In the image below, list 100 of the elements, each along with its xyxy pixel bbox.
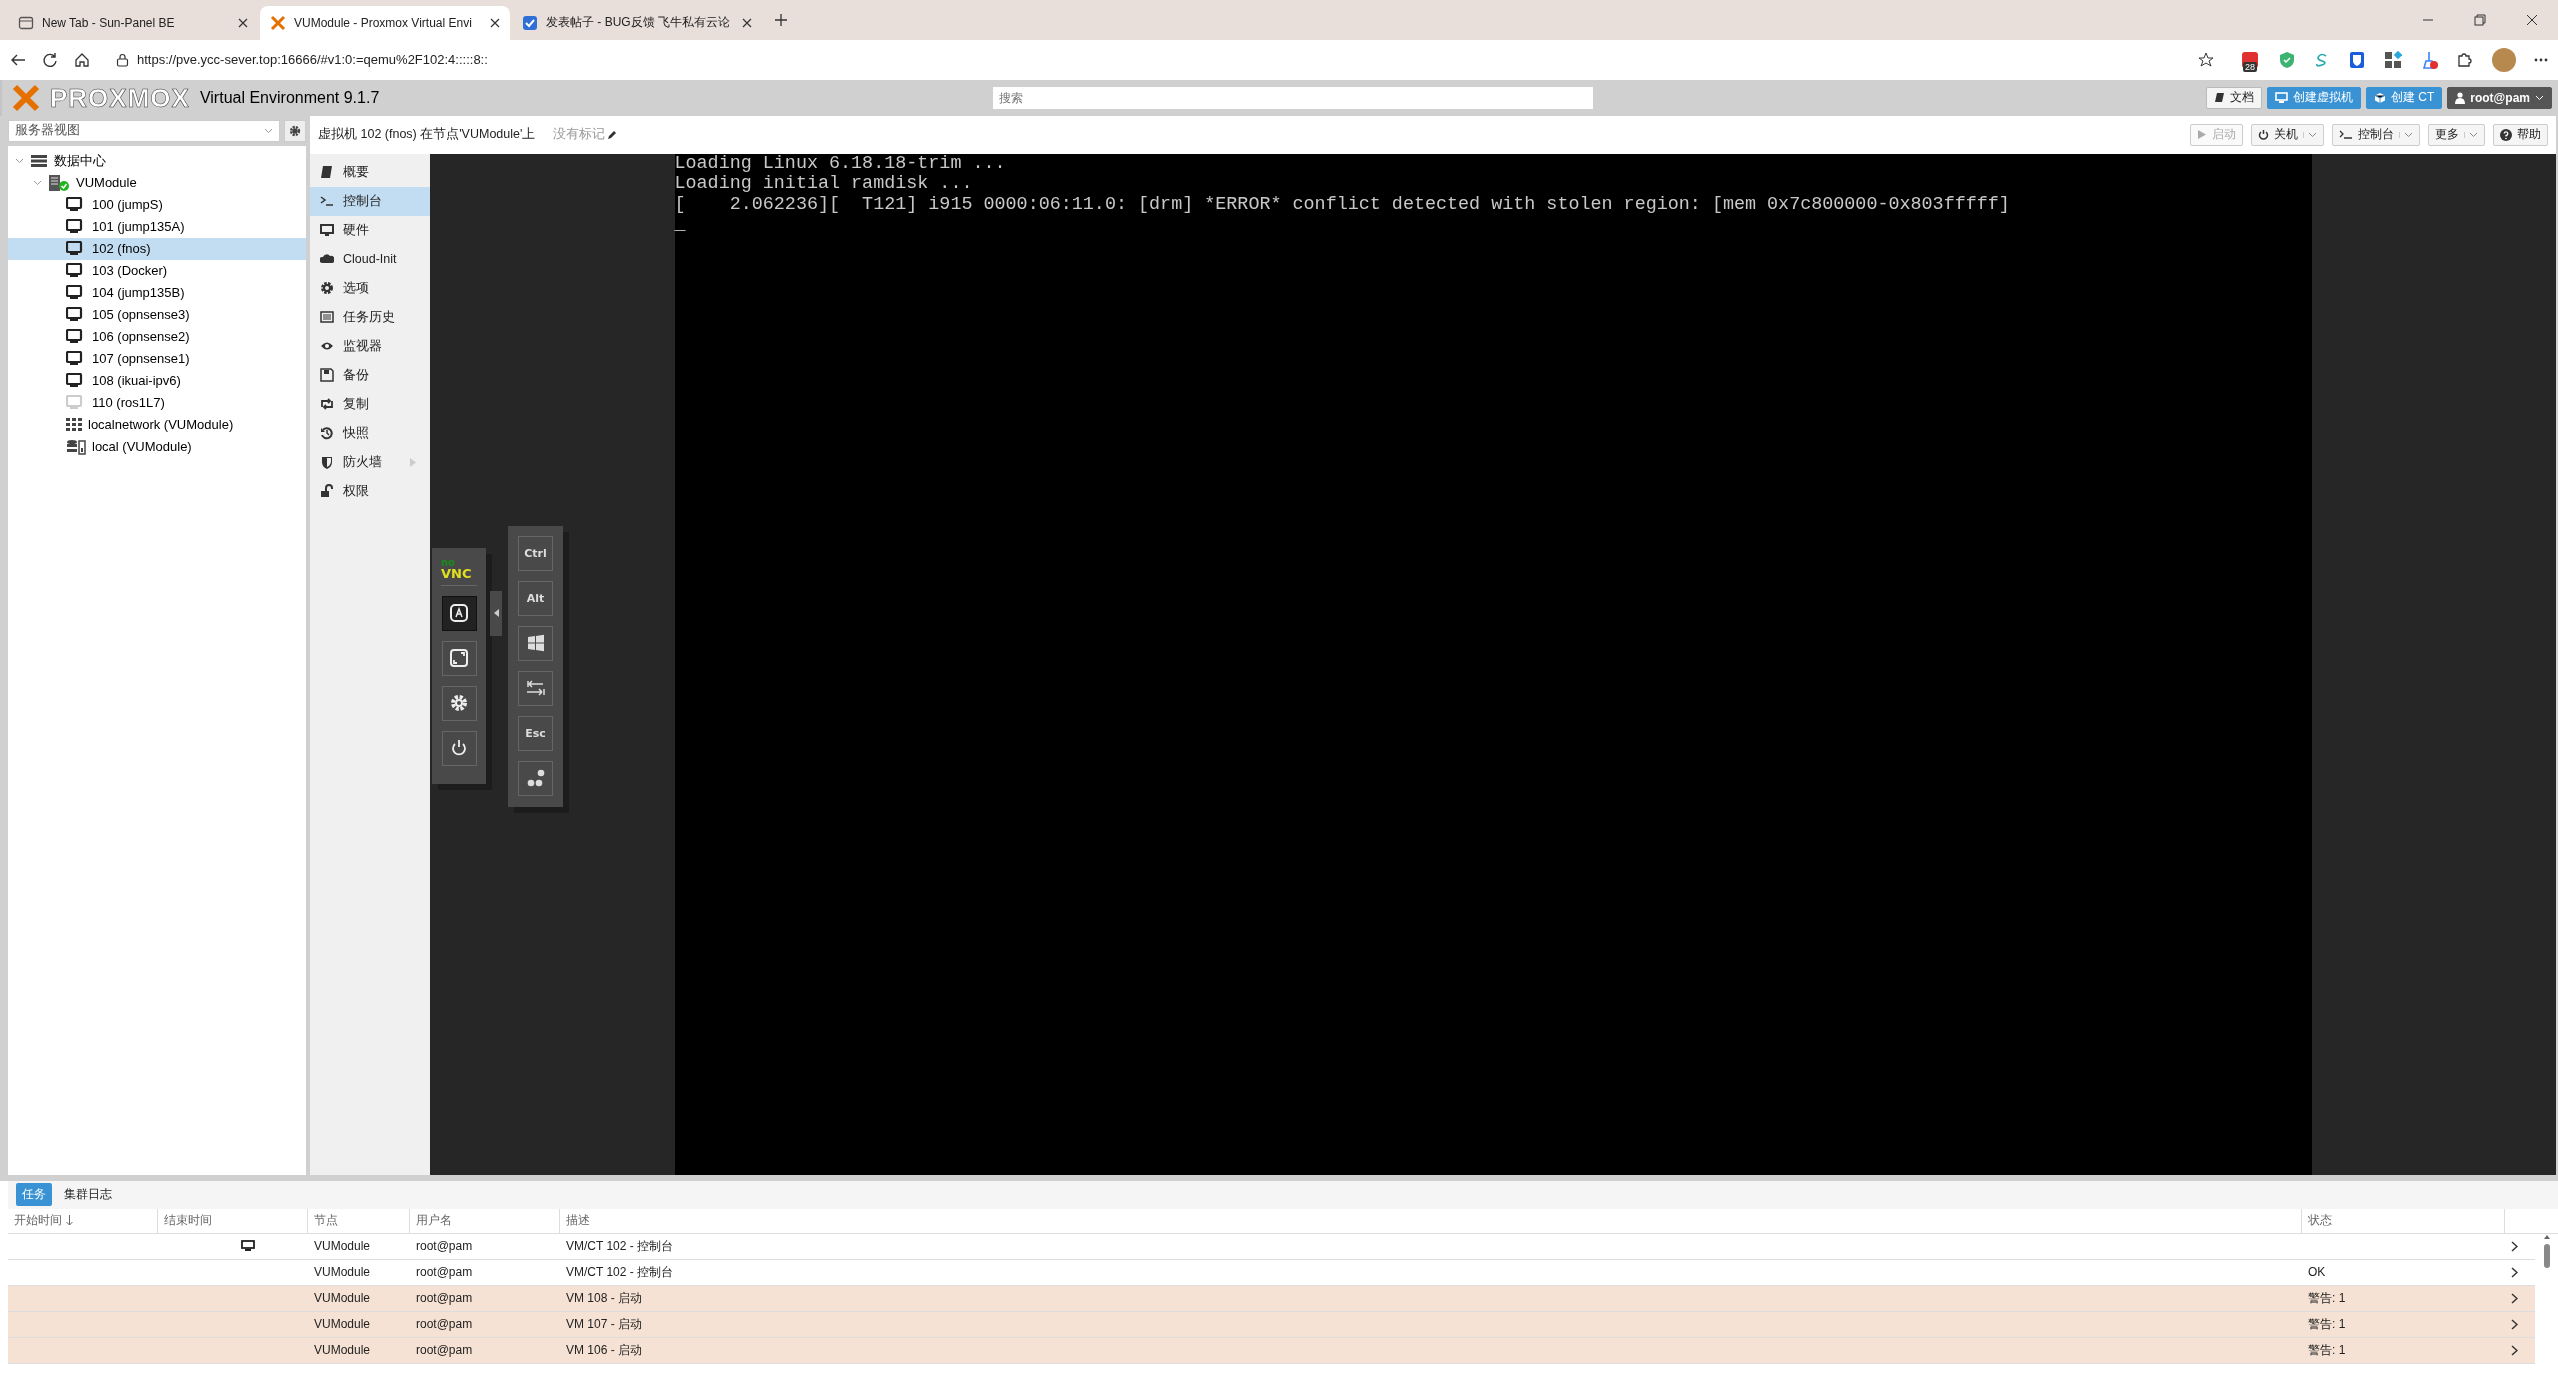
nav-item[interactable]: 控制台 <box>310 186 430 216</box>
chevron-right-icon[interactable] <box>2511 1266 2518 1278</box>
chevron-right-icon[interactable] <box>2511 1292 2518 1304</box>
home-icon[interactable] <box>74 51 90 68</box>
toolbar-button[interactable]: 控制台 <box>2332 123 2420 146</box>
toolbar-button[interactable]: 帮助 <box>2493 123 2548 146</box>
shield-check-icon[interactable] <box>2278 50 2296 69</box>
table-cell: OK <box>2302 1259 2505 1286</box>
close-icon[interactable] <box>742 17 752 28</box>
reload-icon[interactable] <box>42 51 58 68</box>
key-button[interactable] <box>518 760 553 796</box>
nav-item[interactable]: 备份 <box>310 360 430 390</box>
chevron-right-icon[interactable] <box>2511 1240 2518 1252</box>
console-cursor: _ <box>674 215 687 236</box>
toolbar-button[interactable]: 更多 <box>2428 123 2485 146</box>
tree-item[interactable]: 108 (ikuai-ipv6) <box>8 369 306 392</box>
nav-item[interactable]: 任务历史 <box>310 302 430 332</box>
key-button[interactable] <box>518 625 553 661</box>
column-header[interactable]: 描述 <box>560 1208 2302 1234</box>
tree-item[interactable]: 110 (ros1L7) <box>8 391 306 414</box>
search-field[interactable]: 搜索 <box>992 86 1593 109</box>
restore-icon[interactable] <box>2474 13 2486 26</box>
nav-item[interactable]: 权限 <box>310 476 430 506</box>
puzzle-icon[interactable] <box>2456 50 2474 69</box>
table-cell: VUModule <box>308 1285 410 1312</box>
view-selector[interactable]: 服务器视图 <box>8 119 280 142</box>
table-cell: 警告: 1 <box>2302 1311 2505 1338</box>
key-button[interactable]: Esc <box>518 715 553 751</box>
browser-tab[interactable]: 发表帖子 - BUG反馈 飞牛私有云论 <box>512 5 762 40</box>
gear-icon <box>320 281 334 296</box>
nav-item[interactable]: 概要 <box>310 157 430 187</box>
nav-item[interactable]: 硬件 <box>310 215 430 245</box>
profile-avatar[interactable] <box>2492 47 2516 72</box>
nav-item[interactable]: 监视器 <box>310 331 430 361</box>
console-screen[interactable]: Loading Linux 6.18.18-trim ... Loading initial ramdisk ... [ 2.062236][ T121] i915 0000:06:11.0: [drm] *ERROR* conflict detected with stolen region: [mem 0x7c800000-0x803fffff] _ <box>674 153 2312 1175</box>
browser-tab[interactable]: VUModule - Proxmox Virtual Envi <box>260 5 510 40</box>
vnc-control-button[interactable] <box>441 595 477 631</box>
nav-item[interactable]: 快照 <box>310 418 430 448</box>
column-header[interactable]: 开始时间 <box>8 1208 158 1234</box>
table-cell: 警告: 1 <box>2302 1337 2505 1364</box>
key-button[interactable] <box>518 670 553 706</box>
toolbar-button[interactable]: 关机 <box>2251 123 2324 146</box>
nav-item[interactable]: Cloud-Init <box>310 244 430 274</box>
panel-tab[interactable]: 集群日志 <box>58 1183 118 1207</box>
tree-item[interactable]: 102 (fnos) <box>8 237 306 260</box>
chevron-right-icon[interactable] <box>2511 1344 2518 1356</box>
apps-icon[interactable] <box>2384 50 2402 69</box>
book-icon <box>2213 92 2225 104</box>
window-icon <box>18 14 34 31</box>
chevron-down-icon[interactable] <box>14 156 24 166</box>
tree-item[interactable]: 107 (opnsense1) <box>8 347 306 370</box>
pencil-icon <box>607 129 618 140</box>
column-header[interactable]: 用户名 <box>410 1208 560 1234</box>
x-logo-icon <box>12 83 40 112</box>
column-header[interactable]: 结束时间 <box>158 1208 308 1234</box>
chevron-right-icon[interactable] <box>2511 1318 2518 1330</box>
shield-outline-icon[interactable] <box>2348 50 2366 69</box>
vnc-control-button[interactable] <box>441 640 477 676</box>
close-icon[interactable] <box>2526 13 2538 26</box>
nav-item[interactable]: 防火墙 <box>310 447 430 477</box>
tree-item[interactable]: 103 (Docker) <box>8 259 306 282</box>
column-header[interactable]: 节点 <box>308 1208 410 1234</box>
tree-item[interactable]: localnetwork (VUModule) <box>8 413 306 436</box>
unlock-icon <box>320 484 334 499</box>
header-button[interactable]: 文档 <box>2205 86 2262 109</box>
chevron-down-icon[interactable] <box>32 178 42 188</box>
table-cell: VUModule <box>308 1233 410 1260</box>
tree-item[interactable]: 105 (opnsense3) <box>8 303 306 326</box>
table-cell: root@pam <box>410 1311 560 1338</box>
tree-item[interactable]: local (VUModule) <box>8 435 306 458</box>
browser-tab[interactable]: New Tab - Sun-Panel BE <box>8 5 258 40</box>
terminal-icon <box>320 194 334 209</box>
table-cell: root@pam <box>410 1337 560 1364</box>
nav-item[interactable]: 复制 <box>310 389 430 419</box>
tree-item[interactable]: VUModule <box>8 171 306 194</box>
header-button[interactable]: root@pam <box>2447 86 2552 109</box>
tree-item[interactable]: 100 (jumpS) <box>8 193 306 216</box>
new-tab-icon[interactable] <box>774 12 788 27</box>
vnc-control-button[interactable] <box>441 685 477 721</box>
panel-handle[interactable] <box>490 590 502 636</box>
more-icon[interactable] <box>2534 57 2548 62</box>
tree-item[interactable]: 104 (jump135B) <box>8 281 306 304</box>
tree-item[interactable]: 106 (opnsense2) <box>8 325 306 348</box>
close-icon[interactable] <box>238 17 248 28</box>
fullscreen-icon <box>449 648 469 669</box>
monitor-icon <box>241 1240 255 1253</box>
settings-button[interactable] <box>284 119 306 142</box>
tree-item[interactable]: 101 (jump135A) <box>8 215 306 238</box>
key-button[interactable]: Ctrl <box>518 535 553 571</box>
network-grid-icon <box>66 417 82 432</box>
column-header[interactable]: 状态 <box>2302 1208 2505 1234</box>
star-icon[interactable] <box>2198 51 2214 68</box>
key-button[interactable]: Alt <box>518 580 553 616</box>
calendar-extension-icon[interactable]: 28 <box>2240 49 2260 70</box>
nav-item[interactable]: 选项 <box>310 273 430 303</box>
vnc-control-button[interactable] <box>441 730 477 766</box>
broom-icon[interactable] <box>2420 50 2438 69</box>
close-icon[interactable] <box>490 17 500 28</box>
console-line: [ 2.062236][ T121] i915 0000:06:11.0: [drm] *ERROR* conflict detected with stolen region: [mem 0x7c800000-0x803fffff] <box>674 194 2011 216</box>
tree-item[interactable]: 数据中心 <box>8 149 306 172</box>
